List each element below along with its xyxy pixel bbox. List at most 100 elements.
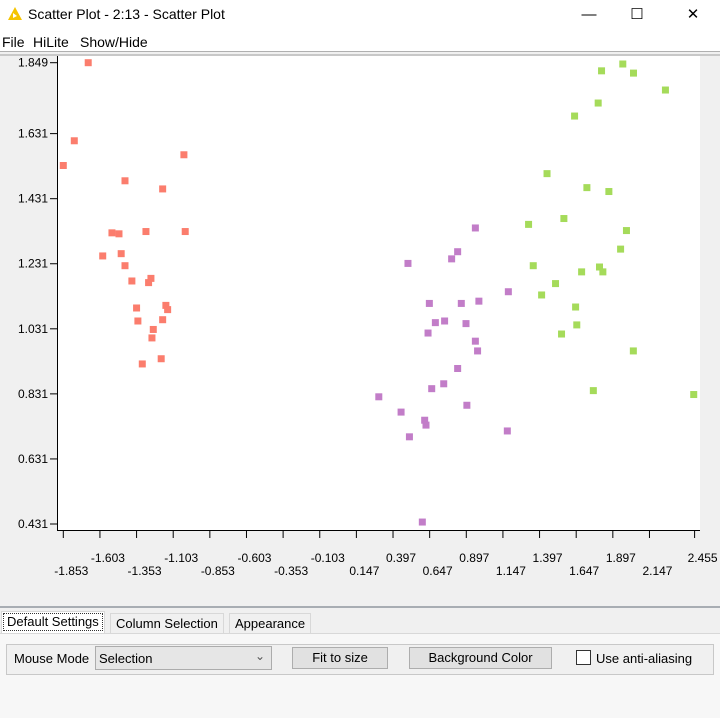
x-tick-label: 1.397 xyxy=(533,551,563,565)
data-point-class-2[interactable] xyxy=(428,385,436,393)
y-tick-label: 1.631 xyxy=(18,127,48,141)
data-point-class-1[interactable] xyxy=(108,229,116,237)
mouse-mode-select[interactable]: Selection ⌄ xyxy=(95,646,272,670)
plot-area[interactable] xyxy=(57,56,700,530)
data-point-class-1[interactable] xyxy=(115,230,123,238)
data-point-class-1[interactable] xyxy=(142,228,150,236)
data-point-class-2[interactable] xyxy=(475,297,483,305)
data-point-class-3[interactable] xyxy=(690,391,698,399)
data-point-class-2[interactable] xyxy=(418,518,426,526)
x-tick-label: -0.853 xyxy=(201,564,235,578)
data-point-class-3[interactable] xyxy=(525,220,533,228)
data-point-class-1[interactable] xyxy=(149,325,157,333)
menu-show-hide[interactable]: Show/Hide xyxy=(80,34,148,50)
data-point-class-1[interactable] xyxy=(159,185,167,193)
data-point-class-1[interactable] xyxy=(84,59,92,67)
data-point-class-1[interactable] xyxy=(117,250,125,258)
data-point-class-1[interactable] xyxy=(128,277,136,285)
data-point-class-2[interactable] xyxy=(425,299,433,307)
tab-appearance[interactable]: Appearance xyxy=(229,613,312,633)
data-point-class-3[interactable] xyxy=(599,268,607,276)
data-point-class-2[interactable] xyxy=(441,317,449,325)
data-point-class-1[interactable] xyxy=(99,252,107,260)
data-point-class-3[interactable] xyxy=(572,303,580,311)
data-point-class-2[interactable] xyxy=(474,347,482,355)
data-point-class-1[interactable] xyxy=(145,279,153,287)
data-point-class-1[interactable] xyxy=(70,137,78,145)
x-tick-label: -0.103 xyxy=(311,551,345,565)
data-point-class-3[interactable] xyxy=(558,330,566,338)
data-point-class-2[interactable] xyxy=(504,288,512,296)
maximize-icon[interactable]: ☐ xyxy=(614,0,660,28)
data-point-class-3[interactable] xyxy=(622,227,630,235)
data-point-class-3[interactable] xyxy=(617,245,625,253)
data-point-class-3[interactable] xyxy=(583,184,591,192)
data-point-class-2[interactable] xyxy=(503,427,511,435)
data-point-class-1[interactable] xyxy=(121,177,129,185)
menu-hilite[interactable]: HiLite xyxy=(33,34,69,50)
data-point-class-2[interactable] xyxy=(463,401,471,409)
data-point-class-1[interactable] xyxy=(164,306,172,314)
x-tick-label: -0.603 xyxy=(237,551,271,565)
data-point-class-2[interactable] xyxy=(448,255,456,263)
data-point-class-2[interactable] xyxy=(431,319,439,327)
data-point-class-1[interactable] xyxy=(157,355,165,363)
scatter-plot[interactable]: 1.849 1.631 1.431 1.231 1.031 0.831 0.631 0.431… xyxy=(0,52,720,606)
data-point-class-1[interactable] xyxy=(134,317,142,325)
data-point-class-3[interactable] xyxy=(594,99,602,107)
y-tick-label: 0.831 xyxy=(18,387,48,401)
data-point-class-2[interactable] xyxy=(462,320,470,328)
data-point-class-3[interactable] xyxy=(629,347,637,355)
data-point-class-2[interactable] xyxy=(440,380,448,388)
data-point-class-3[interactable] xyxy=(629,69,637,77)
data-point-class-1[interactable] xyxy=(181,228,189,236)
x-tick-label: 0.647 xyxy=(423,564,453,578)
data-point-class-2[interactable] xyxy=(457,299,465,307)
data-point-class-3[interactable] xyxy=(578,268,586,276)
data-point-class-2[interactable] xyxy=(424,329,432,337)
data-point-class-2[interactable] xyxy=(397,408,405,416)
background-color-button[interactable]: Background Color xyxy=(409,647,552,669)
data-point-class-2[interactable] xyxy=(375,393,383,401)
data-point-class-3[interactable] xyxy=(619,60,627,68)
data-point-class-1[interactable] xyxy=(138,360,146,368)
close-icon[interactable]: ✕ xyxy=(670,0,716,28)
data-point-class-1[interactable] xyxy=(180,151,188,159)
data-point-class-1[interactable] xyxy=(148,334,156,342)
data-point-class-2[interactable] xyxy=(471,337,479,345)
title-bar: Scatter Plot - 2:13 - Scatter Plot — ☐ ✕ xyxy=(0,0,720,28)
data-point-class-1[interactable] xyxy=(59,162,67,170)
data-point-class-3[interactable] xyxy=(571,112,579,120)
fit-to-size-button[interactable]: Fit to size xyxy=(292,647,388,669)
anti-aliasing-checkbox[interactable] xyxy=(576,650,591,665)
data-point-class-3[interactable] xyxy=(589,387,597,395)
x-tick-label: 0.897 xyxy=(459,551,489,565)
data-point-class-2[interactable] xyxy=(422,421,430,429)
split-divider[interactable] xyxy=(0,606,720,608)
data-point-class-2[interactable] xyxy=(454,248,462,256)
data-point-class-2[interactable] xyxy=(404,259,412,267)
data-point-class-3[interactable] xyxy=(598,67,606,75)
data-point-class-1[interactable] xyxy=(133,304,141,312)
data-point-class-2[interactable] xyxy=(405,433,413,441)
data-point-class-3[interactable] xyxy=(552,280,560,288)
data-point-class-1[interactable] xyxy=(121,262,129,270)
y-tick-label: 1.031 xyxy=(18,322,48,336)
data-point-class-2[interactable] xyxy=(454,364,462,372)
tab-column-selection[interactable]: Column Selection xyxy=(110,613,224,633)
data-point-class-3[interactable] xyxy=(661,86,669,94)
data-point-class-3[interactable] xyxy=(543,170,551,178)
data-point-class-3[interactable] xyxy=(573,321,581,329)
data-point-class-3[interactable] xyxy=(538,291,546,299)
data-point-class-3[interactable] xyxy=(605,188,613,196)
data-point-class-1[interactable] xyxy=(159,316,167,324)
data-point-class-3[interactable] xyxy=(529,262,537,270)
data-point-class-2[interactable] xyxy=(471,224,479,232)
y-tick-label: 0.631 xyxy=(18,452,48,466)
tab-default-settings[interactable]: Default Settings xyxy=(1,611,105,633)
x-tick-label: -1.853 xyxy=(54,564,88,578)
data-point-class-3[interactable] xyxy=(560,215,568,223)
minimize-icon[interactable]: — xyxy=(566,0,612,28)
y-tick-label: 0.431 xyxy=(18,517,48,531)
menu-file[interactable]: File xyxy=(2,34,25,50)
